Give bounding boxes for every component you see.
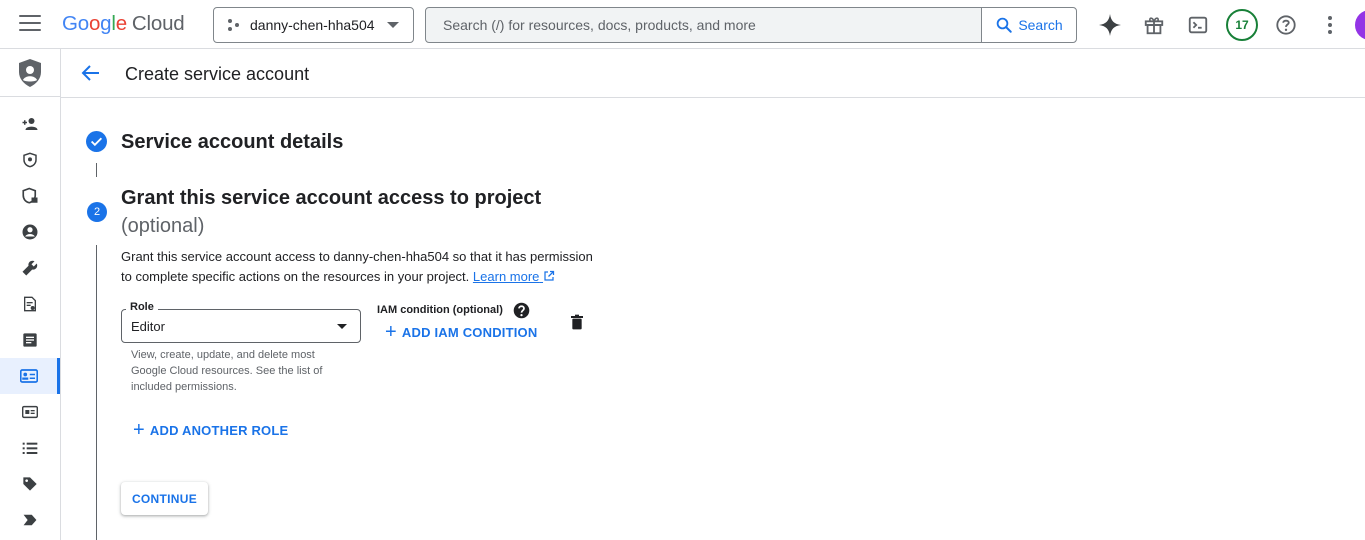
more-vert-icon[interactable]	[1317, 12, 1343, 38]
dropdown-arrow-icon	[337, 324, 347, 329]
add-another-role-button[interactable]: + ADD ANOTHER ROLE	[133, 419, 289, 441]
project-name: danny-chen-hha504	[250, 17, 375, 33]
nav-shield-lock-icon[interactable]	[0, 178, 60, 214]
plus-icon: +	[133, 419, 145, 441]
search-input[interactable]	[426, 8, 981, 42]
gemini-sparkle-icon[interactable]	[1097, 12, 1123, 38]
step1-title[interactable]: Service account details	[121, 131, 343, 154]
add-iam-condition-button[interactable]: + ADD IAM CONDITION	[385, 321, 538, 343]
left-nav	[0, 49, 61, 540]
help-icon[interactable]	[1273, 12, 1299, 38]
step2-title: Grant this service account access to pro…	[121, 187, 542, 209]
search-icon	[997, 17, 1013, 33]
add-iam-condition-label: ADD IAM CONDITION	[401, 324, 538, 340]
nav-wrench-icon[interactable]	[0, 250, 60, 286]
step-connector	[96, 245, 97, 540]
back-arrow-icon[interactable]	[79, 61, 103, 85]
role-selected-value: Editor	[131, 319, 165, 334]
iam-shield-icon[interactable]	[17, 58, 43, 88]
top-bar: GoogleCloud danny-chen-hha504 Search 17	[0, 0, 1365, 49]
nav-list-icon[interactable]	[0, 430, 60, 466]
delete-trash-icon[interactable]	[569, 314, 585, 330]
nav-service-accounts-icon[interactable]	[0, 358, 60, 394]
google-cloud-logo[interactable]: Google Cloud	[62, 12, 185, 36]
nav-shield-icon[interactable]	[0, 142, 60, 178]
step-complete-check-icon	[86, 131, 107, 152]
nav-add-person-icon[interactable]	[0, 106, 60, 142]
nav-article-icon[interactable]	[0, 322, 60, 358]
add-another-role-label: ADD ANOTHER ROLE	[149, 422, 289, 438]
project-dots-icon	[228, 19, 239, 31]
step-connector	[96, 163, 97, 177]
hamburger-menu-icon[interactable]	[19, 15, 41, 33]
iam-condition-label: IAM condition (optional)	[377, 304, 503, 316]
nav-id-card-icon[interactable]	[0, 394, 60, 430]
page-header: Create service account	[61, 49, 1365, 98]
search-bar: Search	[425, 7, 1077, 43]
notifications-badge[interactable]: 17	[1226, 9, 1258, 41]
step2-number: 2	[87, 202, 107, 222]
avatar[interactable]	[1355, 10, 1365, 40]
nav-account-circle-icon[interactable]	[0, 214, 60, 250]
nav-policy-doc-icon[interactable]	[0, 286, 60, 322]
nav-tag-icon[interactable]	[0, 466, 60, 502]
role-help-text: View, create, update, and delete most Go…	[131, 349, 323, 393]
chevron-down-icon	[387, 22, 399, 28]
search-button-label: Search	[1018, 17, 1063, 33]
project-picker[interactable]: danny-chen-hha504	[213, 7, 414, 43]
plus-icon: +	[385, 321, 397, 343]
role-select[interactable]: Editor	[121, 309, 361, 343]
role-field-label: Role	[126, 301, 158, 313]
page-title: Create service account	[125, 64, 310, 84]
gift-icon[interactable]	[1141, 12, 1167, 38]
nav-header	[0, 49, 60, 97]
step2-description: Grant this service account access to dan…	[121, 247, 601, 287]
help-circle-icon[interactable]	[513, 302, 530, 319]
continue-button[interactable]: CONTINUE	[121, 482, 208, 515]
step2-optional-label: (optional)	[121, 215, 205, 237]
search-button[interactable]: Search	[981, 8, 1076, 42]
learn-more-link[interactable]: Learn more	[473, 269, 555, 284]
nav-label-arrow-icon[interactable]	[0, 502, 60, 538]
cloud-shell-terminal-icon[interactable]	[1185, 12, 1211, 38]
external-link-icon	[544, 270, 555, 281]
